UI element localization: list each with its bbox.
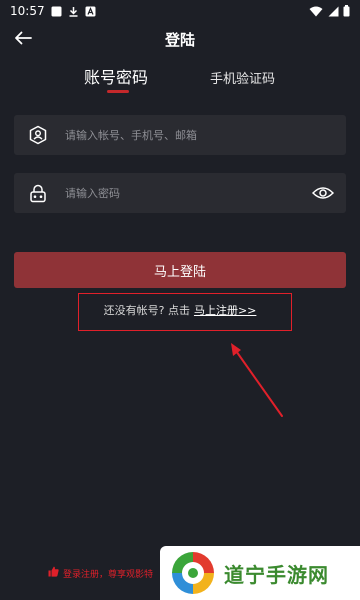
back-arrow-icon[interactable] — [12, 27, 34, 49]
app-header: 登陆 — [0, 24, 360, 54]
password-input[interactable] — [65, 186, 295, 200]
password-field[interactable] — [14, 173, 346, 213]
page-title: 登陆 — [164, 30, 195, 49]
lock-icon — [28, 183, 48, 203]
status-bar: 10:57 — [0, 0, 360, 22]
login-button[interactable]: 马上登陆 — [14, 252, 346, 288]
login-mode-tabs: 账号密码 手机验证码 — [0, 64, 360, 98]
watermark-text: 道宁手游网 — [224, 562, 329, 587]
watermark-logo-icon — [170, 550, 216, 596]
eye-icon[interactable] — [312, 183, 334, 203]
user-shield-icon — [28, 125, 48, 145]
app-notification-icon — [51, 6, 62, 17]
register-prompt: 还没有帐号? 点击 — [103, 304, 190, 317]
username-input[interactable] — [65, 128, 295, 142]
username-field[interactable] — [14, 115, 346, 155]
tab-sms-code[interactable]: 手机验证码 — [210, 68, 275, 87]
register-link[interactable]: 马上注册>> — [194, 304, 256, 317]
site-watermark: 道宁手游网 — [160, 546, 360, 600]
signal-icon — [327, 6, 339, 17]
wifi-icon — [309, 6, 323, 17]
register-row: 还没有帐号? 点击 马上注册>> — [0, 302, 360, 318]
annotation-arrow-icon — [231, 343, 283, 417]
text-badge-icon — [85, 6, 96, 17]
active-tab-indicator — [107, 90, 129, 93]
tab-account-password[interactable]: 账号密码 — [84, 64, 148, 88]
bottom-notice-text: 登录注册，尊享观影特 — [63, 569, 154, 580]
thumbs-up-icon — [48, 566, 59, 580]
bottom-notice: 登录注册，尊享观影特 — [48, 566, 153, 580]
battery-icon — [343, 5, 350, 17]
download-icon — [68, 6, 79, 17]
status-time: 10:57 — [10, 4, 45, 18]
